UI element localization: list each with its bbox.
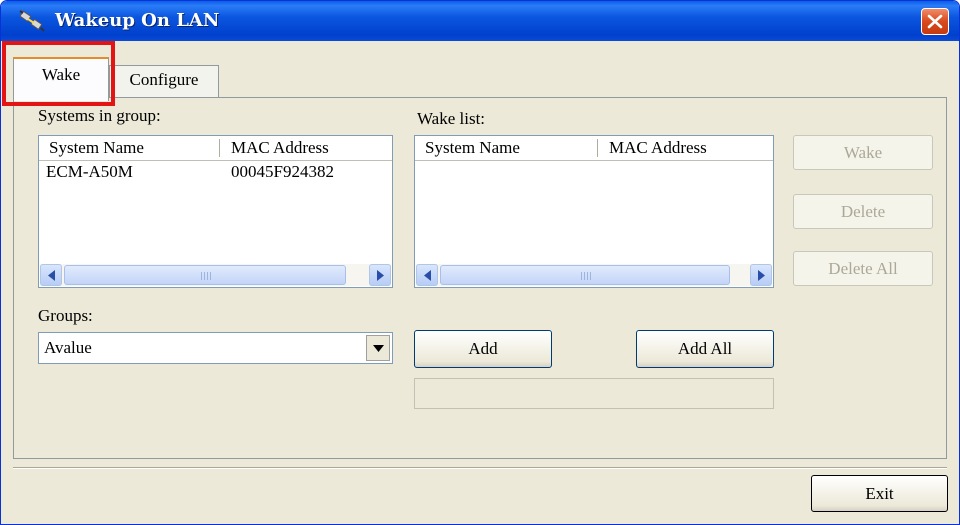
- column-header-system-name[interactable]: System Name: [39, 136, 219, 160]
- column-header-system-name[interactable]: System Name: [415, 136, 597, 160]
- divider: [13, 467, 947, 469]
- dropdown-button[interactable]: [366, 335, 390, 361]
- arrow-right-icon: [377, 270, 384, 281]
- wake-list-header: System Name MAC Address: [415, 136, 773, 161]
- table-row-mac[interactable]: 00045F924382: [231, 162, 334, 182]
- wake-list[interactable]: System Name MAC Address: [414, 135, 774, 288]
- delete-all-button[interactable]: Delete All: [793, 251, 933, 286]
- window-title: Wakeup On LAN: [55, 10, 220, 31]
- chevron-down-icon: [373, 345, 384, 352]
- wake-list-label: Wake list:: [417, 109, 486, 128]
- network-plug-icon: [19, 9, 45, 33]
- status-field: [414, 378, 774, 409]
- scroll-right-button[interactable]: [369, 264, 391, 286]
- systems-horizontal-scrollbar[interactable]: [40, 264, 391, 286]
- groups-label: Groups:: [38, 306, 93, 325]
- column-separator: [219, 139, 220, 157]
- arrow-right-icon: [758, 270, 765, 281]
- column-separator: [597, 139, 598, 157]
- table-row-name[interactable]: ECM-A50M: [46, 162, 133, 182]
- wake-list-horizontal-scrollbar[interactable]: [416, 264, 772, 286]
- groups-dropdown[interactable]: Avalue: [38, 332, 393, 364]
- column-header-mac-address[interactable]: MAC Address: [221, 136, 391, 160]
- scroll-left-button[interactable]: [416, 264, 438, 286]
- systems-list-header: System Name MAC Address: [39, 136, 392, 161]
- tab-configure[interactable]: Configure: [109, 65, 219, 98]
- systems-list[interactable]: System Name MAC Address ECM-A50M 00045F9…: [38, 135, 393, 288]
- column-header-mac-address[interactable]: MAC Address: [599, 136, 769, 160]
- scroll-right-button[interactable]: [750, 264, 772, 286]
- wake-button[interactable]: Wake: [793, 135, 933, 170]
- exit-button[interactable]: Exit: [811, 475, 948, 512]
- wakeup-on-lan-window: Wakeup On LAN Configure Wake Systems in …: [0, 0, 960, 525]
- add-button[interactable]: Add: [414, 330, 552, 368]
- scroll-thumb[interactable]: [64, 265, 346, 285]
- arrow-left-icon: [424, 270, 431, 281]
- arrow-left-icon: [48, 270, 55, 281]
- add-all-button[interactable]: Add All: [636, 330, 774, 368]
- groups-selected-value: Avalue: [44, 338, 92, 357]
- systems-in-group-label: Systems in group:: [38, 106, 161, 125]
- delete-button[interactable]: Delete: [793, 194, 933, 229]
- close-button[interactable]: [921, 8, 949, 35]
- tab-wake[interactable]: Wake: [13, 57, 109, 101]
- close-icon: [927, 14, 943, 29]
- scroll-left-button[interactable]: [40, 264, 62, 286]
- title-bar[interactable]: Wakeup On LAN: [1, 1, 959, 41]
- scroll-thumb[interactable]: [440, 265, 730, 285]
